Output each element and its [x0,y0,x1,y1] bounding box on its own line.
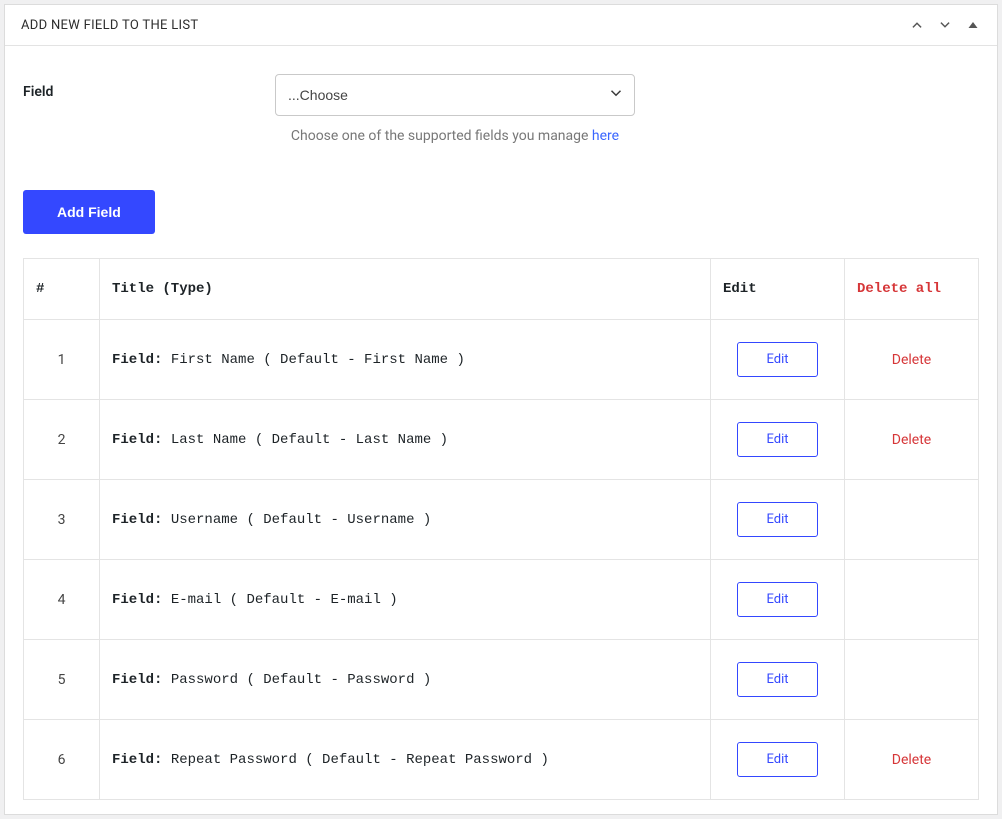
row-title: Field: Username ( Default - Username ) [100,480,711,560]
row-field-label: Field: [112,592,162,608]
edit-button[interactable]: Edit [737,742,817,777]
field-row: Field ...Choose Choose one of the suppor… [23,74,979,144]
row-number: 1 [24,320,100,400]
row-delete-cell: Delete [845,320,979,400]
edit-button[interactable]: Edit [737,342,817,377]
fields-table: # Title (Type) Edit Delete all 1Field: F… [23,258,979,800]
panel-body: Field ...Choose Choose one of the suppor… [5,46,997,814]
help-link[interactable]: here [592,128,619,144]
delete-button[interactable]: Delete [892,352,931,368]
add-field-button[interactable]: Add Field [23,190,155,234]
row-field-text: E-mail ( Default - E-mail ) [171,592,398,608]
row-field-text: Last Name ( Default - Last Name ) [171,432,448,448]
row-edit-cell: Edit [711,320,845,400]
panel-header: ADD NEW FIELD TO THE LIST [5,5,997,46]
row-edit-cell: Edit [711,400,845,480]
row-title: Field: Repeat Password ( Default - Repea… [100,720,711,800]
row-delete-cell: Delete [845,400,979,480]
row-title: Field: Password ( Default - Password ) [100,640,711,720]
row-edit-cell: Edit [711,480,845,560]
row-field-label: Field: [112,352,162,368]
delete-button[interactable]: Delete [892,752,931,768]
field-select[interactable]: ...Choose [275,74,635,116]
panel-title: ADD NEW FIELD TO THE LIST [21,18,909,33]
help-text: Choose one of the supported fields you m… [275,128,635,144]
row-title: Field: First Name ( Default - First Name… [100,320,711,400]
row-field-label: Field: [112,432,162,448]
edit-button[interactable]: Edit [737,662,817,697]
row-field-text: Repeat Password ( Default - Repeat Passw… [171,752,549,768]
edit-button[interactable]: Edit [737,502,817,537]
row-title: Field: Last Name ( Default - Last Name ) [100,400,711,480]
row-field-text: Username ( Default - Username ) [171,512,431,528]
col-header-num: # [24,259,100,320]
row-delete-cell [845,480,979,560]
row-number: 5 [24,640,100,720]
table-row: 3Field: Username ( Default - Username )E… [24,480,979,560]
table-row: 6Field: Repeat Password ( Default - Repe… [24,720,979,800]
table-row: 5Field: Password ( Default - Password )E… [24,640,979,720]
delete-all-button[interactable]: Delete all [845,259,979,320]
field-label: Field [23,74,275,100]
row-delete-cell [845,560,979,640]
add-field-panel: ADD NEW FIELD TO THE LIST Field ...Choos… [4,4,998,815]
edit-button[interactable]: Edit [737,422,817,457]
col-header-edit: Edit [711,259,845,320]
row-number: 4 [24,560,100,640]
row-field-text: Password ( Default - Password ) [171,672,431,688]
row-edit-cell: Edit [711,560,845,640]
move-up-icon[interactable] [909,17,925,33]
row-delete-cell: Delete [845,720,979,800]
field-control: ...Choose Choose one of the supported fi… [275,74,635,144]
delete-button[interactable]: Delete [892,432,931,448]
row-field-label: Field: [112,752,162,768]
row-field-text: First Name ( Default - First Name ) [171,352,465,368]
row-number: 3 [24,480,100,560]
collapse-icon[interactable] [965,17,981,33]
table-row: 1Field: First Name ( Default - First Nam… [24,320,979,400]
edit-button[interactable]: Edit [737,582,817,617]
col-header-title: Title (Type) [100,259,711,320]
panel-controls [909,17,981,33]
row-edit-cell: Edit [711,720,845,800]
row-delete-cell [845,640,979,720]
row-title: Field: E-mail ( Default - E-mail ) [100,560,711,640]
table-row: 2Field: Last Name ( Default - Last Name … [24,400,979,480]
row-field-label: Field: [112,512,162,528]
row-field-label: Field: [112,672,162,688]
table-row: 4Field: E-mail ( Default - E-mail )Edit [24,560,979,640]
row-number: 6 [24,720,100,800]
move-down-icon[interactable] [937,17,953,33]
help-text-prefix: Choose one of the supported fields you m… [291,128,592,144]
row-edit-cell: Edit [711,640,845,720]
row-number: 2 [24,400,100,480]
